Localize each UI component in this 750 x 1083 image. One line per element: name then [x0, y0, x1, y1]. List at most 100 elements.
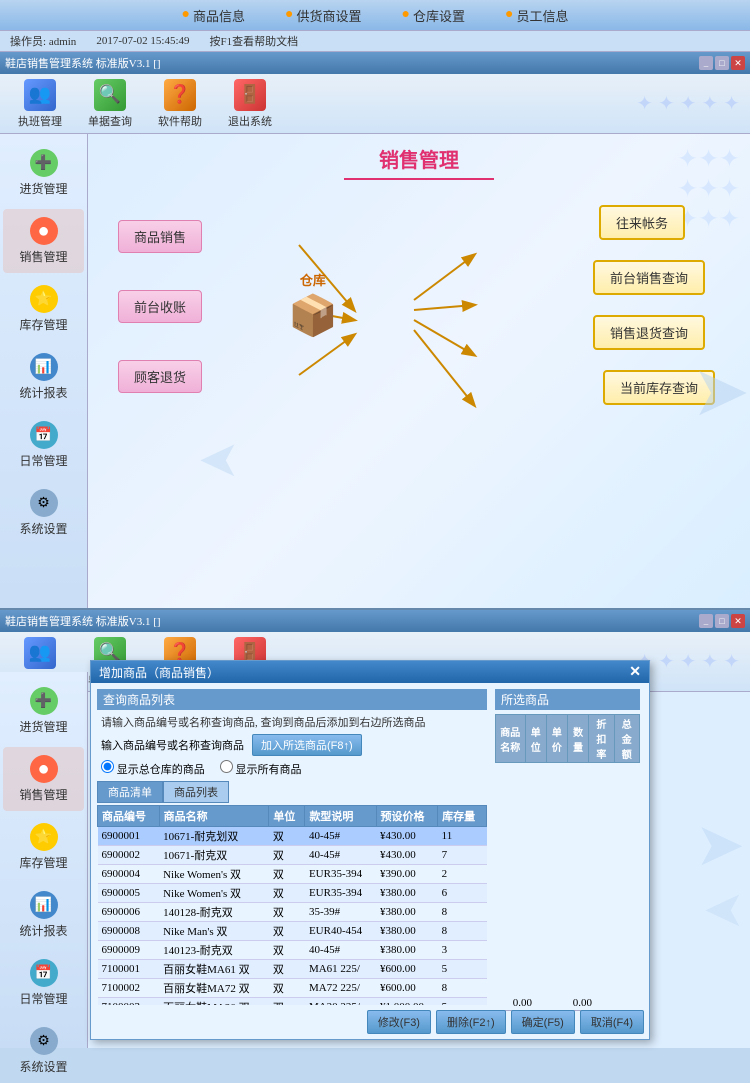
edit-button[interactable]: 修改(F3) — [367, 1010, 431, 1034]
sidebar-item-daily[interactable]: 📅 日常管理 — [3, 413, 84, 477]
reports-icon: 📊 — [30, 353, 58, 381]
inventory-icon: ⭐ — [30, 285, 58, 313]
purchase-icon: ➕ — [30, 149, 58, 177]
sidebar2-item-purchase[interactable]: ➕ 进货管理 — [3, 679, 84, 743]
dot-icon: ● — [505, 7, 513, 23]
exit-button[interactable]: 🚪 退出系统 — [220, 76, 280, 132]
sidebar2-item-inventory[interactable]: ⭐ 库存管理 — [3, 815, 84, 879]
settings-icon: ⚙ — [30, 489, 58, 517]
section-title-query: 查询商品列表 — [97, 689, 487, 710]
daily-icon-2: 📅 — [30, 959, 58, 987]
top-menu-bar: ● 商品信息 ● 供货商设置 ● 仓库设置 ● 员工信息 — [0, 0, 750, 30]
shift-manage-button[interactable]: 👥 执班管理 — [10, 76, 70, 132]
sidebar-2: ➕ 进货管理 ● 销售管理 ⭐ 库存管理 📊 统计报表 📅 日常管理 ⚙ 系统设… — [0, 672, 88, 1048]
close-button[interactable]: ✕ — [731, 56, 745, 70]
sidebar-item-inventory[interactable]: ⭐ 库存管理 — [3, 277, 84, 341]
dialog-close-button[interactable]: ✕ — [629, 664, 641, 681]
menu-item-warehouse[interactable]: ● 仓库设置 — [402, 6, 465, 25]
stock-query-box[interactable]: 当前库存查询 — [603, 370, 715, 405]
exit-icon: 🚪 — [234, 79, 266, 111]
sidebar2-item-daily[interactable]: 📅 日常管理 — [3, 951, 84, 1015]
menu-item-supplier[interactable]: ● 供货商设置 — [285, 6, 361, 25]
sales-underline — [344, 178, 494, 180]
window-title-1: 鞋店销售管理系统 标准版V3.1 [] — [5, 55, 699, 71]
totals-row: 0.00 0.00 — [486, 996, 596, 1011]
maximize-button[interactable]: □ — [715, 56, 729, 70]
right-col-qty: 数量 — [567, 715, 588, 763]
shift-manage-icon-2: 👥 — [24, 637, 56, 669]
window-controls-2: _ □ ✕ — [699, 614, 745, 628]
dialog-right-panel: 所选商品 商品名称 单位 单价 数量 折扣率 总金额 — [495, 689, 640, 763]
help-icon: ❓ — [164, 79, 196, 111]
sidebar2-item-sales[interactable]: ● 销售管理 — [3, 747, 84, 811]
menu-item-staff[interactable]: ● 员工信息 — [505, 6, 568, 25]
table-row[interactable]: 690000110671-耐克划双双40-45#¥430.0011 — [98, 827, 487, 846]
table-row[interactable]: 6900009140123-耐克双双40-45#¥380.003 — [98, 941, 487, 960]
sidebar-item-sales[interactable]: ● 销售管理 — [3, 209, 84, 273]
table-row[interactable]: 6900005Nike Women's 双双EUR35-394¥380.006 — [98, 884, 487, 903]
table-row[interactable]: 6900006140128-耐克双双35-39#¥380.008 — [98, 903, 487, 922]
dot-icon: ● — [182, 7, 190, 23]
minimize-button[interactable]: _ — [699, 56, 713, 70]
warehouse-icon: 📦 — [288, 292, 338, 339]
total-value-2: 0.00 — [546, 996, 596, 1011]
front-desk-receipt-box[interactable]: 前台收账 — [118, 290, 202, 323]
sales-icon: ● — [30, 217, 58, 245]
table-row[interactable]: 7100002百丽女鞋MA72 双双MA72 225/¥600.008 — [98, 979, 487, 998]
right-col-price: 单价 — [546, 715, 567, 763]
receipt-query-icon: 🔍 — [94, 79, 126, 111]
table-row[interactable]: 690000210671-耐克双双40-45#¥430.007 — [98, 846, 487, 865]
main-area-1: ➕ 进货管理 ● 销售管理 ⭐ 库存管理 📊 统计报表 📅 日常管理 ⚙ 系统设 — [0, 134, 750, 638]
total-value-1: 0.00 — [486, 996, 536, 1011]
close-button-2[interactable]: ✕ — [731, 614, 745, 628]
receipt-query-button[interactable]: 🔍 单据查询 — [80, 76, 140, 132]
add-selected-button[interactable]: 加入所选商品(F8↑) — [252, 734, 362, 756]
query-hint: 请输入商品编号或名称查询商品, 查询到商品后添加到右边所选商品 — [97, 714, 487, 730]
col-price: 预设价格 — [376, 806, 438, 827]
shift-manage-icon: 👥 — [24, 79, 56, 111]
accounts-box[interactable]: 往来帐务 — [599, 205, 685, 240]
tab-product-list[interactable]: 商品清单 — [97, 781, 163, 803]
maximize-button-2[interactable]: □ — [715, 614, 729, 628]
table-row[interactable]: 7100001百丽女鞋MA61 双双MA61 225/¥600.005 — [98, 960, 487, 979]
dialog-title-text: 增加商品（商品销售） — [99, 664, 219, 681]
radio-total-input[interactable] — [101, 760, 114, 773]
radio-all-products[interactable]: 显示所有商品 — [220, 760, 302, 777]
col-type: 款型说明 — [305, 806, 376, 827]
cancel-dialog-button[interactable]: 取消(F4) — [580, 1010, 644, 1034]
right-col-total: 总金额 — [614, 715, 639, 763]
settings-icon-2: ⚙ — [30, 1027, 58, 1055]
datetime-1: 2017-07-02 15:45:49 — [96, 35, 189, 47]
product-sales-box[interactable]: 商品销售 — [118, 220, 202, 253]
arrow-deco-bottom-2: ➤ — [703, 880, 745, 938]
sidebar-item-reports[interactable]: 📊 统计报表 — [3, 345, 84, 409]
sidebar-item-settings[interactable]: ⚙ 系统设置 — [3, 481, 84, 545]
confirm-button[interactable]: 确定(F5) — [511, 1010, 575, 1034]
radio-total-warehouse[interactable]: 显示总仓库的商品 — [101, 760, 205, 777]
help-button[interactable]: ❓ 软件帮助 — [150, 76, 210, 132]
minimize-button-2[interactable]: _ — [699, 614, 713, 628]
sidebar2-item-settings[interactable]: ⚙ 系统设置 — [3, 1019, 84, 1083]
tab-product-catalog[interactable]: 商品列表 — [163, 781, 229, 803]
table-row[interactable]: 6900004Nike Women's 双双EUR35-394¥390.002 — [98, 865, 487, 884]
table-row[interactable]: 7100003百丽女鞋MA20 双双MA20 225/¥1,000.005 — [98, 998, 487, 1006]
sidebar-item-purchase[interactable]: ➕ 进货管理 — [3, 141, 84, 205]
window-controls: _ □ ✕ — [699, 56, 745, 70]
menu-item-product[interactable]: ● 商品信息 — [182, 6, 245, 25]
sidebar2-item-reports[interactable]: 📊 统计报表 — [3, 883, 84, 947]
inventory-icon-2: ⭐ — [30, 823, 58, 851]
return-query-box[interactable]: 销售退货查询 — [593, 315, 705, 350]
right-col-unit: 单位 — [525, 715, 546, 763]
sales-query-box[interactable]: 前台销售查询 — [593, 260, 705, 295]
purchase-icon-2: ➕ — [30, 687, 58, 715]
query-input-row: 输入商品编号或名称查询商品 加入所选商品(F8↑) — [97, 734, 487, 756]
dot-icon: ● — [402, 7, 410, 23]
toolbar-1: 👥 执班管理 🔍 单据查询 ❓ 软件帮助 🚪 退出系统 ✦ ✦ ✦ ✦ ✦ — [0, 74, 750, 134]
delete-button[interactable]: 删除(F2↑) — [436, 1010, 506, 1034]
customer-return-box[interactable]: 顾客退货 — [118, 360, 202, 393]
radio-all-input[interactable] — [220, 760, 233, 773]
table-row[interactable]: 6900008Nike Man's 双双EUR40-454¥380.008 — [98, 922, 487, 941]
sidebar-1: ➕ 进货管理 ● 销售管理 ⭐ 库存管理 📊 统计报表 📅 日常管理 ⚙ 系统设 — [0, 134, 88, 638]
window-title-bar-1: 鞋店销售管理系统 标准版V3.1 [] _ □ ✕ — [0, 52, 750, 74]
product-table-scroll[interactable]: 商品编号 商品名称 单位 款型说明 预设价格 库存量 690000110671-… — [97, 805, 487, 1005]
